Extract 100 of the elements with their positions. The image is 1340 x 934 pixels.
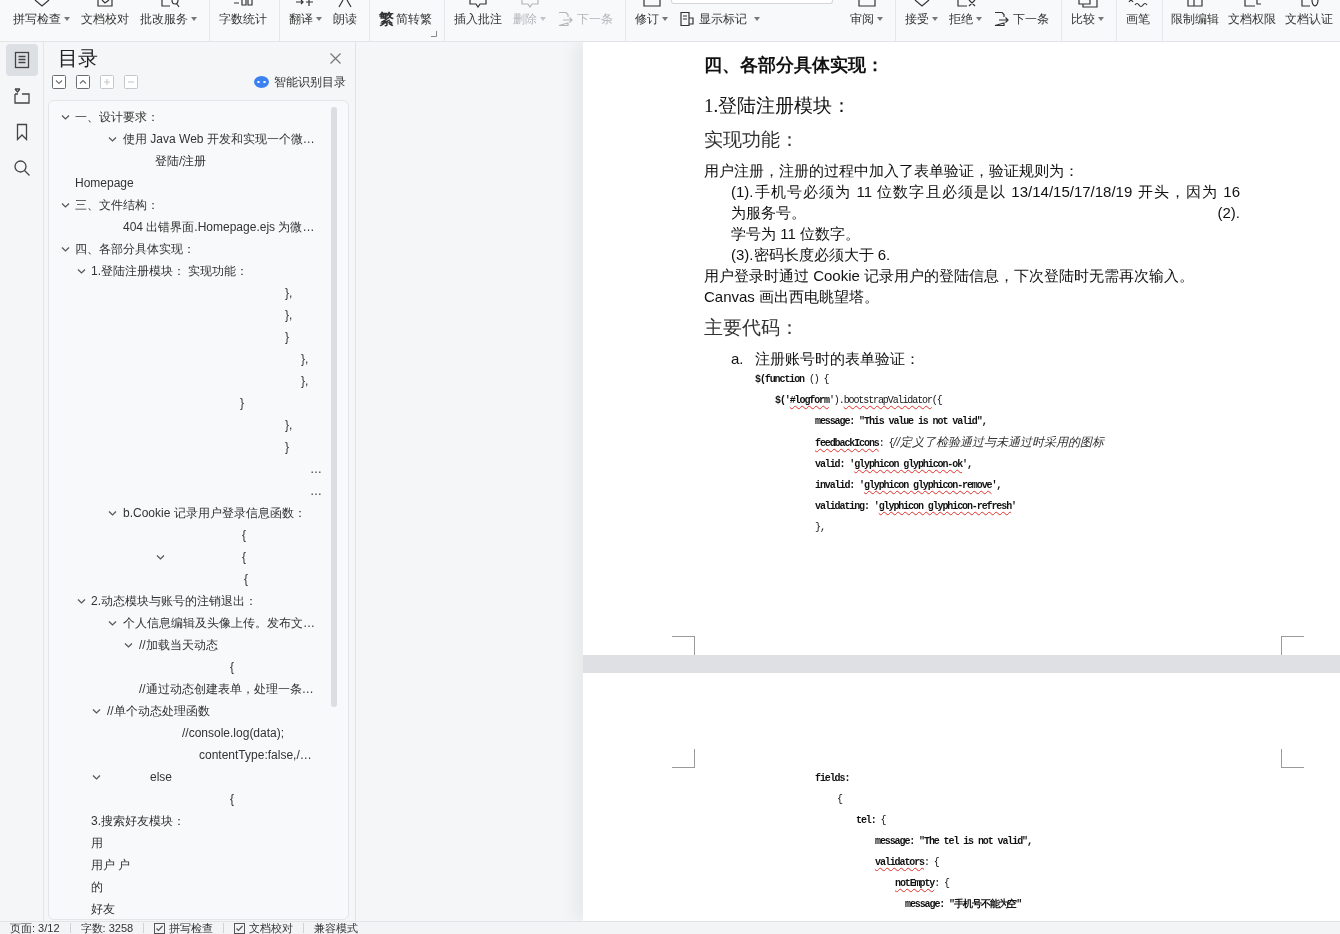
toc-item[interactable]: … xyxy=(310,462,322,476)
toc-item[interactable]: }, xyxy=(285,418,293,432)
scrollbar-thumb[interactable] xyxy=(331,107,337,707)
chevron-up-icon[interactable] xyxy=(76,75,90,89)
smart-toc-button[interactable]: 智能识别目录 xyxy=(254,73,346,91)
status-text: 兼容模式 xyxy=(314,922,359,934)
toc-item[interactable]: }, xyxy=(301,352,309,366)
toc-item[interactable]: Homepage xyxy=(75,176,134,190)
toc-item[interactable]: 2.动态模块与账号的注销退出： xyxy=(91,592,257,610)
toc-item[interactable]: 的 xyxy=(91,878,103,896)
toolbar-button[interactable]: 文档校对 xyxy=(76,0,134,30)
document-check-icon xyxy=(94,0,116,8)
toolbar-button[interactable]: 文档认证 xyxy=(1281,0,1337,30)
dialog-launcher-icon[interactable] xyxy=(431,31,437,37)
toolbar-button[interactable]: 限制编辑 xyxy=(1167,0,1223,30)
paragraph: (3).密码长度必须大于 6. xyxy=(731,245,892,265)
toc-item[interactable]: } xyxy=(285,330,289,344)
frame-cross-icon xyxy=(954,0,977,8)
toolbar-button[interactable]: 繁简转繁 xyxy=(374,8,437,30)
heading: 四、各部分具体实现： xyxy=(704,53,885,77)
toc-item[interactable]: { xyxy=(230,792,234,806)
toc-item[interactable]: 个人信息编辑及头像上传。发布文… xyxy=(123,614,315,632)
chevron-icon[interactable] xyxy=(77,266,86,276)
close-icon[interactable] xyxy=(330,52,341,64)
code-line: validating: 'glyphicon glyphicon-refresh' xyxy=(815,500,1016,514)
toc-item[interactable]: }, xyxy=(285,286,293,300)
chevron-icon[interactable] xyxy=(156,552,165,562)
toolbar-button[interactable]: 修订 xyxy=(630,0,673,30)
toolbar-button[interactable]: 拒绝 xyxy=(944,0,987,30)
toolbar-button[interactable]: 插入批注 xyxy=(449,0,507,30)
toc-item[interactable]: 一、设计要求： xyxy=(75,108,159,126)
bar-chart-icon xyxy=(232,0,254,8)
chevron-icon[interactable] xyxy=(108,134,117,144)
frame-icon xyxy=(855,0,878,8)
toc-item[interactable]: { xyxy=(242,528,246,542)
toc-item[interactable]: 用 xyxy=(91,834,103,852)
toc-item[interactable]: 1.登陆注册模块： 实现功能： xyxy=(91,262,249,280)
code-line: message: "The tel is not valid", xyxy=(875,834,1032,849)
document-icon xyxy=(679,11,695,27)
toolbar-button[interactable]: 字数统计 xyxy=(214,0,272,30)
robot-face-icon xyxy=(254,76,269,88)
toolbar-button[interactable]: 批改服务 xyxy=(135,0,202,30)
list-marker: a. xyxy=(731,349,745,369)
toc-item[interactable]: } xyxy=(285,440,289,454)
toc-item[interactable]: 四、各部分具体实现： xyxy=(75,240,195,258)
outline-icon xyxy=(12,87,31,105)
chevron-icon[interactable] xyxy=(61,244,70,254)
toc-item[interactable]: } xyxy=(240,396,244,410)
chevron-icon[interactable] xyxy=(61,112,70,122)
chevron-icon[interactable] xyxy=(61,200,70,210)
toolbar-button[interactable]: 画笔 xyxy=(1121,0,1155,30)
status-button[interactable]: 拼写检查 xyxy=(154,922,214,934)
toc-item[interactable]: 3.搜索好友模块： xyxy=(91,812,185,830)
code-line: invalid: 'glyphicon glyphicon-remove', xyxy=(815,479,1002,493)
toc-item[interactable]: { xyxy=(230,660,234,674)
toolbar-button[interactable]: 审阅 xyxy=(845,0,888,30)
chevron-icon[interactable] xyxy=(108,508,117,518)
toc-item[interactable]: { xyxy=(244,572,248,586)
toc-item[interactable]: … xyxy=(310,484,322,498)
chevron-icon[interactable] xyxy=(92,706,101,716)
toc-item[interactable]: //单个动态处理函数 xyxy=(107,702,210,720)
chevron-icon[interactable] xyxy=(124,640,133,650)
chevron-icon[interactable] xyxy=(77,596,86,606)
toolbar-button[interactable]: 接受 xyxy=(900,0,943,30)
heading: 实现功能： xyxy=(704,128,800,152)
toc-item[interactable]: 404 出错界面.Homepage.ejs 为微… xyxy=(123,218,315,236)
toc-item[interactable]: //加载当天动态 xyxy=(139,636,218,654)
sidebar-tab[interactable] xyxy=(5,44,38,76)
crop-mark xyxy=(1281,636,1304,655)
list-number: (2). xyxy=(1217,203,1240,223)
toc-item[interactable]: 使用 Java Web 开发和实现一个微… xyxy=(123,130,315,148)
document-arrow-icon xyxy=(557,11,573,27)
toolbar-button[interactable]: 比较 xyxy=(1066,0,1109,30)
toc-item[interactable]: 三、文件结构： xyxy=(75,196,159,214)
toc-item[interactable]: b.Cookie 记录用户登录信息函数： xyxy=(123,504,306,522)
checkbox-icon xyxy=(154,922,166,934)
toc-item[interactable]: contentType:false,/… xyxy=(199,748,312,762)
squiggle-icon xyxy=(1127,0,1149,8)
toc-item[interactable]: { xyxy=(242,550,246,564)
toolbar-button[interactable]: 翻译 xyxy=(284,0,327,30)
paragraph: 用户登录时通过 Cookie 记录用户的登陆信息，下次登陆时无需再次输入。 xyxy=(704,266,1196,286)
toc-item[interactable]: 用户 户 xyxy=(91,856,131,874)
dropdown-field[interactable] xyxy=(671,0,833,4)
code-line: $(function () { xyxy=(755,373,829,387)
toc-item[interactable]: else xyxy=(150,770,172,784)
toolbar-button[interactable]: 文档权限 xyxy=(1224,0,1280,30)
toc-item[interactable]: //通过动态创建表单，处理一条… xyxy=(139,680,314,698)
toc-item[interactable]: }, xyxy=(301,374,309,388)
toolbar-button[interactable]: 下一条 xyxy=(988,8,1054,30)
toc-item[interactable]: 登陆/注册 xyxy=(155,152,207,170)
toolbar-button[interactable]: 拼写检查 xyxy=(8,0,75,30)
chevron-icon[interactable] xyxy=(108,618,117,628)
toolbar-button[interactable]: 显示标记 xyxy=(674,8,765,30)
chevron-icon[interactable] xyxy=(92,772,101,782)
toc-item[interactable]: //console.log(data); xyxy=(182,726,285,740)
chevron-down-icon[interactable] xyxy=(52,75,66,89)
status-button[interactable]: 文档校对 xyxy=(234,922,294,934)
toc-item[interactable]: }, xyxy=(285,308,293,322)
toc-item[interactable]: 好友 xyxy=(91,900,115,918)
toolbar-button[interactable]: 朗读 xyxy=(328,0,362,30)
